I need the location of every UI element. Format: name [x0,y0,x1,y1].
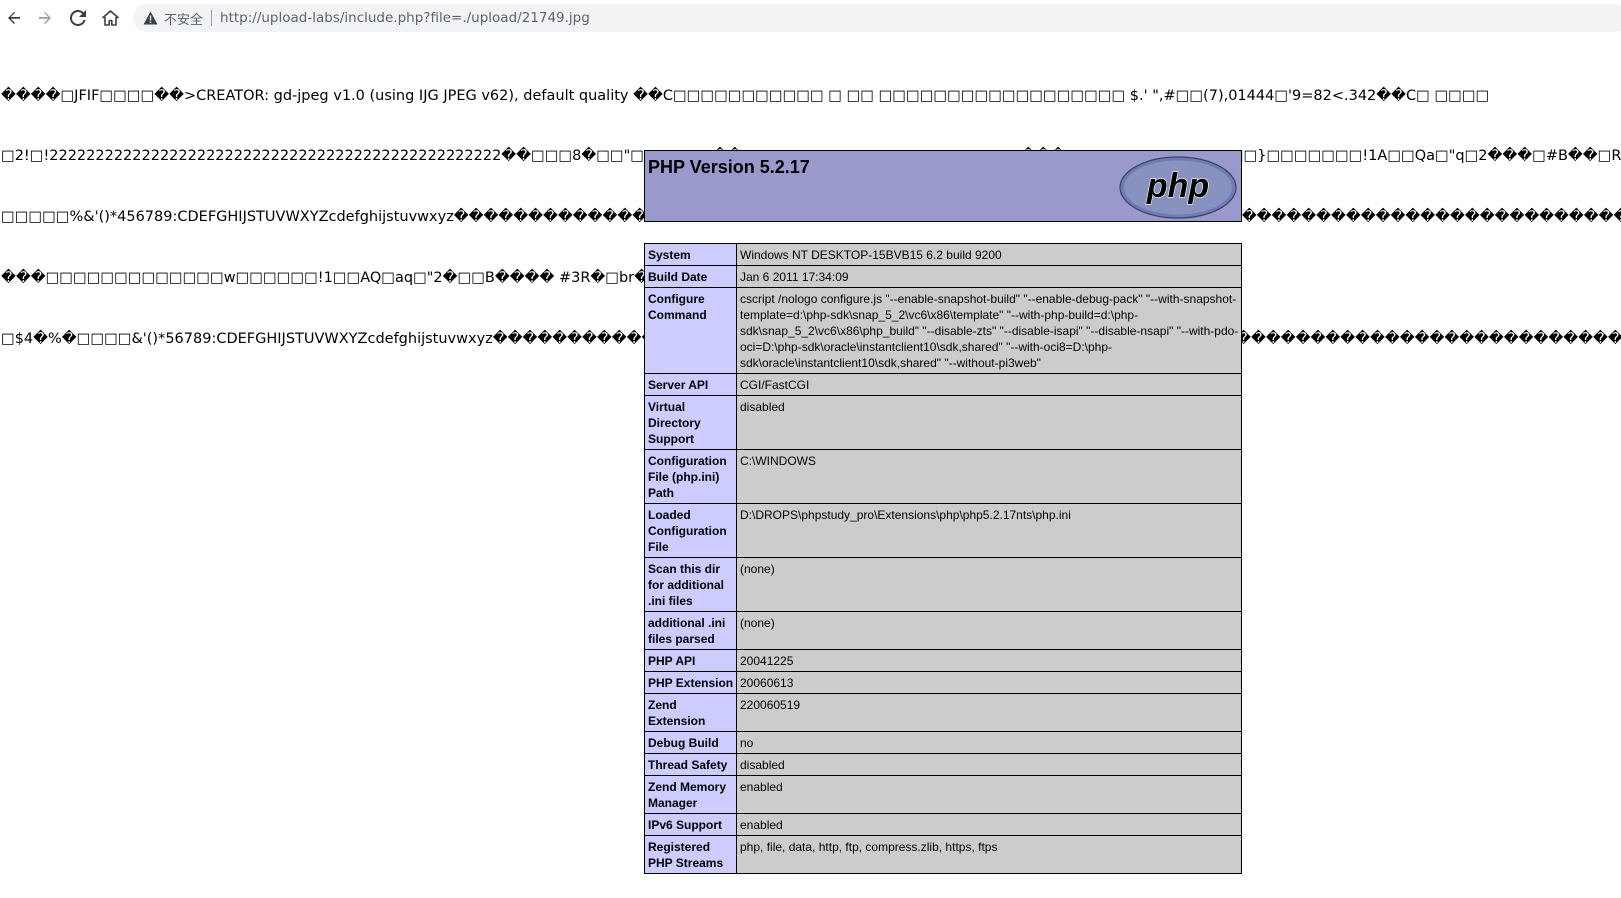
forward-button[interactable] [33,6,57,30]
home-button[interactable] [98,6,122,30]
reload-icon [70,10,86,26]
table-row: PHP API 20041225 [644,649,1242,672]
table-row: additional .ini files parsed (none) [644,611,1242,650]
browser-toolbar: 不安全 http://upload-labs/include.php?file=… [0,0,1621,36]
table-row: Configure Command cscript /nologo configu… [644,287,1242,374]
table-row: Server API CGI/FastCGI [644,373,1242,396]
info-value: 20060613 [736,671,1242,694]
table-row: Thread Safety disabled [644,753,1242,776]
address-bar[interactable]: 不安全 http://upload-labs/include.php?file=… [133,4,1621,32]
info-key: System [644,243,737,266]
table-row: Virtual Directory Support disabled [644,395,1242,450]
info-key: Configure Command [644,287,737,374]
back-button[interactable] [2,6,26,30]
info-key: Zend Extension [644,693,737,732]
info-value: enabled [736,813,1242,836]
arrow-left-icon [6,10,22,26]
info-value: (none) [736,557,1242,612]
info-value: enabled [736,775,1242,814]
php-logo[interactable]: php [1119,156,1237,219]
info-key: Virtual Directory Support [644,395,737,450]
insecure-label[interactable]: 不安全 [164,9,203,28]
info-key: additional .ini files parsed [644,611,737,650]
info-value: Jan 6 2011 17:34:09 [736,265,1242,288]
info-value: CGI/FastCGI [736,373,1242,396]
info-value: 20041225 [736,649,1242,672]
home-icon [101,10,119,26]
info-key: Configuration File (php.ini) Path [644,449,737,504]
url-text[interactable]: http://upload-labs/include.php?file=./up… [220,10,590,26]
table-row: Debug Build no [644,731,1242,754]
php-logo-text: php [1146,167,1209,205]
info-key: IPv6 Support [644,813,737,836]
info-key: PHP Extension [644,671,737,694]
table-row: Registered PHP Streams php, file, data, h… [644,835,1242,874]
table-row: Zend Memory Manager enabled [644,775,1242,814]
table-row: Zend Extension 220060519 [644,693,1242,732]
info-key: Loaded Configuration File [644,503,737,558]
table-row: Loaded Configuration File D:\DROPS\phpstu… [644,503,1242,558]
info-key: Debug Build [644,731,737,754]
table-row: Build Date Jan 6 2011 17:34:09 [644,265,1242,288]
reload-button[interactable] [66,6,90,30]
info-value: Windows NT DESKTOP-15BVB15 6.2 build 920… [736,243,1242,266]
omnibox-divider [211,10,213,26]
info-value: D:\DROPS\phpstudy_pro\Extensions\php\php… [736,503,1242,558]
page-title: PHP Version 5.2.17 [648,157,810,177]
phpinfo-table: System Windows NT DESKTOP-15BVB15 6.2 bui… [644,243,1242,874]
table-row: PHP Extension 20060613 [644,671,1242,694]
info-value: 220060519 [736,693,1242,732]
php-version-header: PHP Version 5.2.17 php [644,150,1242,222]
phpinfo-container: PHP Version 5.2.17 php System Windows NT … [644,150,1246,874]
arrow-right-icon [37,10,53,26]
info-value: disabled [736,753,1242,776]
info-value: (none) [736,611,1242,650]
table-row: Configuration File (php.ini) Path C:\WIND… [644,449,1242,504]
info-value: disabled [736,395,1242,450]
info-key: Scan this dir for additional .ini files [644,557,737,612]
info-key: Thread Safety [644,753,737,776]
table-row: IPv6 Support enabled [644,813,1242,836]
info-value: no [736,731,1242,754]
info-value: C:\WINDOWS [736,449,1242,504]
table-row: System Windows NT DESKTOP-15BVB15 6.2 bui… [644,243,1242,266]
info-value: php, file, data, http, ftp, compress.zli… [736,835,1242,874]
info-key: Build Date [644,265,737,288]
info-key: Registered PHP Streams [644,835,737,874]
info-key: Server API [644,373,737,396]
table-row: Scan this dir for additional .ini files(… [644,557,1242,612]
warning-icon[interactable] [142,10,158,26]
raw-text-line: ����□JFIF□□□□��>CREATOR: gd-jpeg v1.0 (u… [1,87,1490,104]
info-value: cscript /nologo configure.js "--enable-s… [736,287,1242,374]
info-key: Zend Memory Manager [644,775,737,814]
info-key: PHP API [644,649,737,672]
